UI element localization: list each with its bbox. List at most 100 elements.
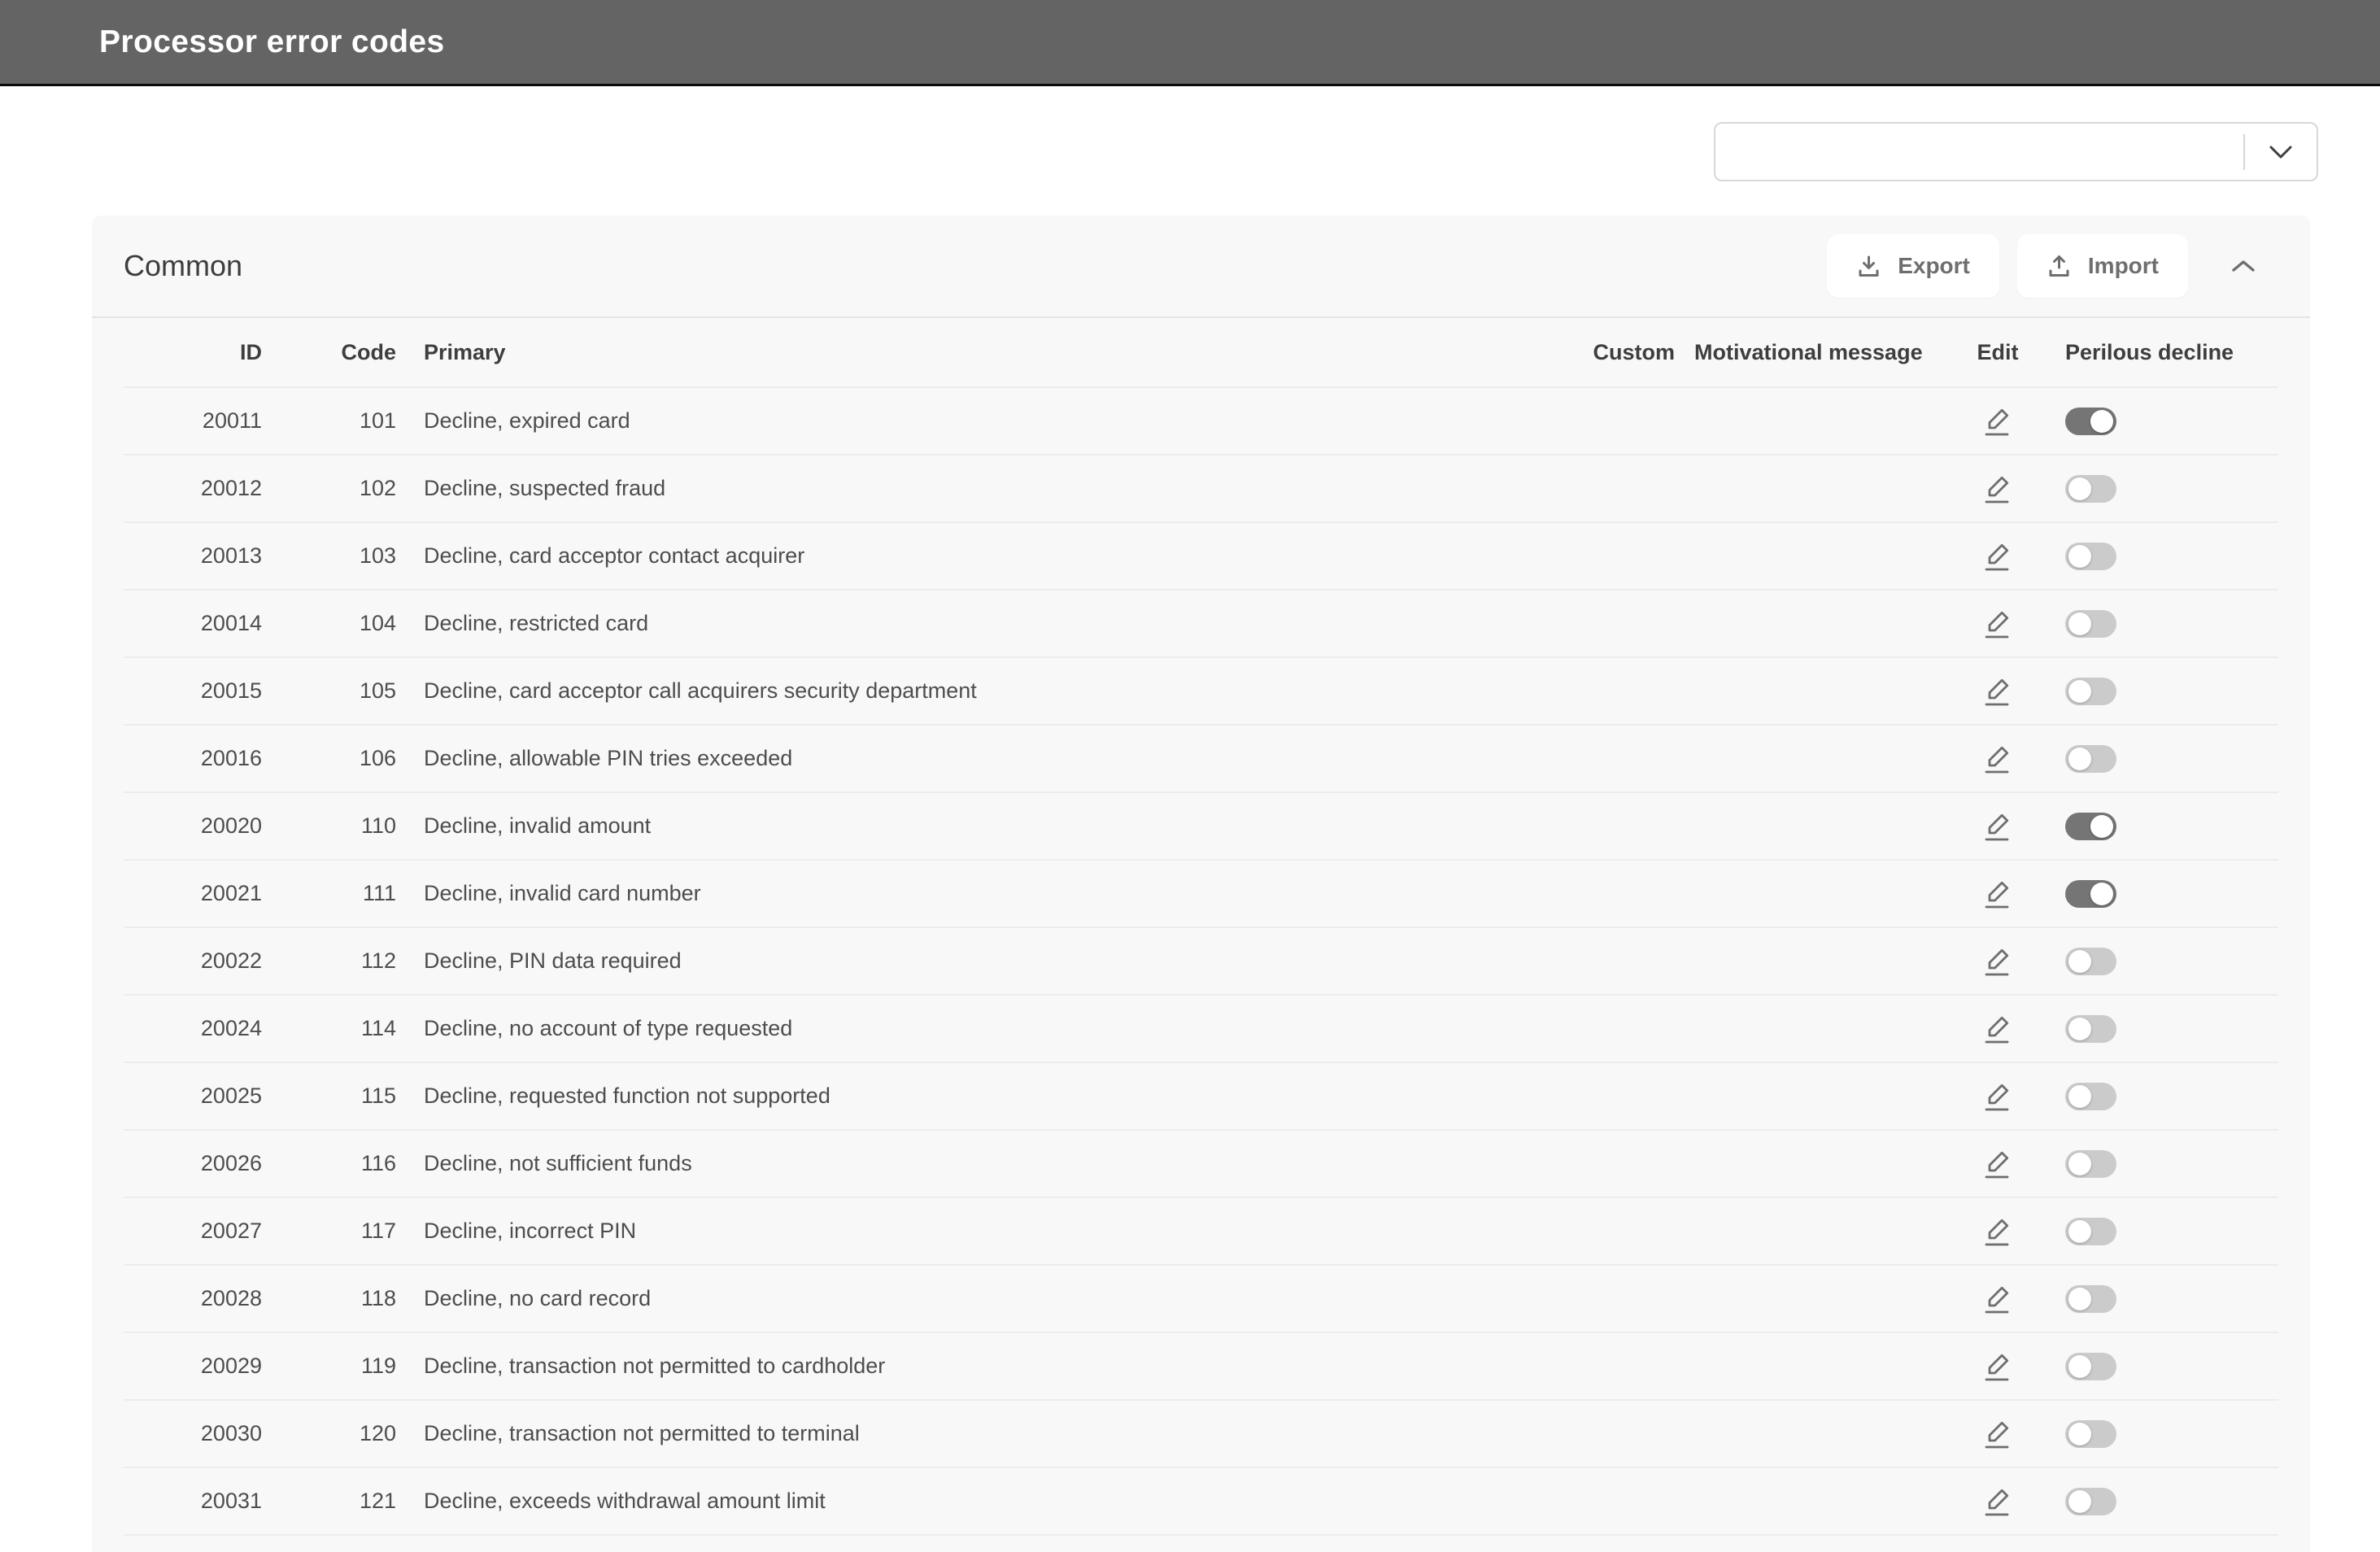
toggle-knob — [2090, 815, 2113, 838]
pencil-icon — [1982, 944, 2013, 979]
table-row: 20013 103 Decline, card acceptor contact… — [124, 523, 2278, 591]
pencil-icon — [1982, 1214, 2013, 1249]
chevron-down-icon[interactable] — [2245, 144, 2317, 160]
cell-code: 118 — [262, 1286, 396, 1311]
perilous-decline-toggle[interactable] — [2065, 1285, 2116, 1313]
edit-button[interactable] — [1979, 739, 2016, 779]
cell-code: 102 — [262, 476, 396, 501]
table-header-row: ID Code Primary Custom Motivational mess… — [124, 318, 2278, 388]
cell-code: 110 — [262, 813, 396, 839]
cell-id: 20015 — [124, 678, 262, 704]
import-button[interactable]: Import — [2017, 234, 2188, 298]
filter-select[interactable] — [1714, 122, 2318, 181]
edit-button[interactable] — [1979, 469, 2016, 509]
edit-button[interactable] — [1979, 1414, 2016, 1454]
cell-perilous-decline — [2059, 1015, 2278, 1043]
edit-button[interactable] — [1979, 1211, 2016, 1252]
edit-button[interactable] — [1979, 604, 2016, 644]
edit-button[interactable] — [1979, 671, 2016, 712]
perilous-decline-toggle[interactable] — [2065, 813, 2116, 840]
perilous-decline-toggle[interactable] — [2065, 475, 2116, 503]
perilous-decline-toggle[interactable] — [2065, 1083, 2116, 1110]
perilous-decline-toggle[interactable] — [2065, 1420, 2116, 1448]
cell-code: 115 — [262, 1083, 396, 1109]
cell-code: 101 — [262, 408, 396, 434]
cell-primary: Decline, PIN data required — [396, 948, 1563, 974]
download-icon — [1856, 254, 1881, 279]
toggle-knob — [2068, 613, 2091, 635]
column-header-primary: Primary — [396, 340, 1563, 365]
toggle-knob — [2068, 1288, 2091, 1310]
pencil-icon — [1982, 1079, 2013, 1114]
cell-primary: Decline, incorrect PIN — [396, 1218, 1563, 1244]
export-button-label: Export — [1898, 253, 1970, 279]
upload-icon — [2047, 254, 2072, 279]
cell-perilous-decline — [2059, 745, 2278, 773]
export-button[interactable]: Export — [1827, 234, 1999, 298]
perilous-decline-toggle[interactable] — [2065, 745, 2116, 773]
perilous-decline-toggle[interactable] — [2065, 948, 2116, 975]
cell-primary: Decline, transaction not permitted to ca… — [396, 1354, 1563, 1379]
edit-button[interactable] — [1979, 806, 2016, 847]
cell-code: 120 — [262, 1421, 396, 1446]
column-header-id: ID — [124, 340, 262, 365]
cell-edit — [1937, 806, 2059, 847]
perilous-decline-toggle[interactable] — [2065, 610, 2116, 638]
table-row: 20031 121 Decline, exceeds withdrawal am… — [124, 1468, 2278, 1536]
cell-perilous-decline — [2059, 1353, 2278, 1380]
cell-edit — [1937, 671, 2059, 712]
edit-button[interactable] — [1979, 536, 2016, 577]
perilous-decline-toggle[interactable] — [2065, 678, 2116, 705]
perilous-decline-toggle[interactable] — [2065, 1015, 2116, 1043]
edit-button[interactable] — [1979, 941, 2016, 982]
perilous-decline-toggle[interactable] — [2065, 1488, 2116, 1515]
cell-id: 20016 — [124, 746, 262, 771]
edit-button[interactable] — [1979, 1076, 2016, 1117]
cell-perilous-decline — [2059, 1218, 2278, 1245]
edit-button[interactable] — [1979, 401, 2016, 442]
collapse-section-button[interactable] — [2206, 234, 2281, 298]
cell-edit — [1937, 1481, 2059, 1522]
cell-perilous-decline — [2059, 408, 2278, 435]
cell-perilous-decline — [2059, 610, 2278, 638]
perilous-decline-toggle[interactable] — [2065, 1218, 2116, 1245]
cell-perilous-decline — [2059, 475, 2278, 503]
column-header-perilous-decline: Perilous decline — [2059, 340, 2278, 365]
cell-code: 106 — [262, 746, 396, 771]
pencil-icon — [1982, 1282, 2013, 1316]
toggle-knob — [2068, 950, 2091, 973]
cell-code: 121 — [262, 1489, 396, 1514]
cell-perilous-decline — [2059, 1285, 2278, 1313]
table-row: 20024 114 Decline, no account of type re… — [124, 996, 2278, 1063]
cell-edit — [1937, 401, 2059, 442]
edit-button[interactable] — [1979, 1481, 2016, 1522]
cell-edit — [1937, 536, 2059, 577]
cell-id: 20020 — [124, 813, 262, 839]
toggle-knob — [2068, 1220, 2091, 1243]
edit-button[interactable] — [1979, 1279, 2016, 1319]
cell-edit — [1937, 739, 2059, 779]
chevron-up-icon — [2229, 258, 2258, 274]
pencil-icon — [1982, 742, 2013, 776]
cell-edit — [1937, 1414, 2059, 1454]
cell-primary: Decline, card acceptor contact acquirer — [396, 543, 1563, 569]
table-row: 20022 112 Decline, PIN data required — [124, 928, 2278, 996]
perilous-decline-toggle[interactable] — [2065, 880, 2116, 908]
perilous-decline-toggle[interactable] — [2065, 1353, 2116, 1380]
pencil-icon — [1982, 1484, 2013, 1519]
edit-button[interactable] — [1979, 874, 2016, 914]
edit-button[interactable] — [1979, 1009, 2016, 1049]
table-row: 20014 104 Decline, restricted card — [124, 591, 2278, 658]
cell-id: 20021 — [124, 881, 262, 906]
pencil-icon — [1982, 539, 2013, 573]
cell-code: 111 — [262, 881, 396, 906]
perilous-decline-toggle[interactable] — [2065, 1150, 2116, 1178]
page-title: Processor error codes — [99, 24, 445, 60]
edit-button[interactable] — [1979, 1346, 2016, 1387]
edit-button[interactable] — [1979, 1144, 2016, 1184]
toggle-knob — [2068, 1490, 2091, 1513]
cell-primary: Decline, not sufficient funds — [396, 1151, 1563, 1176]
perilous-decline-toggle[interactable] — [2065, 408, 2116, 435]
cell-id: 20026 — [124, 1151, 262, 1176]
perilous-decline-toggle[interactable] — [2065, 543, 2116, 570]
